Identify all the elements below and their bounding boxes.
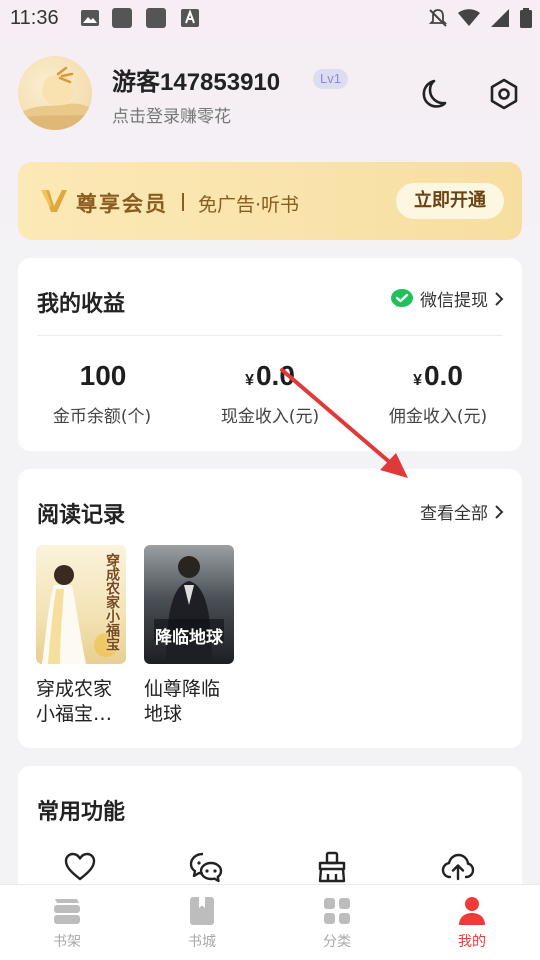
reading-history-title: 阅读记录 bbox=[37, 503, 126, 528]
book-cover[interactable]: 降临地球 bbox=[144, 545, 234, 664]
see-all-label: 查看全部 bbox=[420, 504, 488, 524]
tab-label: 我的 bbox=[458, 934, 486, 950]
tab-bookstore[interactable]: 书城 bbox=[162, 895, 242, 951]
stat-value: 100 bbox=[79, 360, 127, 391]
reading-history-card: 阅读记录 查看全部 穿成农家小福宝 穿成农家小福宝… 降临地球 仙尊降临地球 bbox=[18, 469, 522, 748]
battery-icon bbox=[520, 8, 532, 28]
tab-label: 书架 bbox=[53, 934, 81, 950]
book-cover-title: 降临地球 bbox=[155, 628, 223, 648]
stat-label: 金币余额(个) bbox=[52, 407, 152, 427]
coin-balance-stat[interactable]: 100 金币余额(个) bbox=[18, 358, 186, 427]
vip-logo-icon bbox=[41, 190, 67, 212]
bookshelf-icon bbox=[54, 899, 80, 924]
avatar[interactable] bbox=[18, 56, 92, 130]
see-all-link[interactable]: 查看全部 bbox=[420, 499, 504, 524]
app-notification-icon-2 bbox=[146, 8, 166, 28]
status-bar: 11:36 bbox=[0, 0, 540, 36]
signal-icon bbox=[491, 9, 509, 27]
chevron-right-icon bbox=[495, 504, 504, 519]
broom-icon[interactable] bbox=[315, 850, 349, 884]
status-time: 11:36 bbox=[10, 7, 59, 29]
profile-icon bbox=[459, 897, 485, 925]
book-title: 仙尊降临地球 bbox=[144, 678, 221, 725]
vip-title: 尊享会员 bbox=[76, 192, 168, 216]
chat-icon[interactable] bbox=[189, 850, 223, 884]
bottom-tab-bar: 书架 书城 分类 我的 bbox=[0, 884, 540, 960]
stat-value: ¥0.0 bbox=[413, 360, 463, 391]
status-icons bbox=[428, 8, 532, 28]
divider bbox=[37, 335, 503, 336]
common-functions-title: 常用功能 bbox=[37, 800, 126, 825]
heart-icon[interactable] bbox=[63, 850, 97, 884]
stat-value: ¥0.0 bbox=[245, 360, 295, 391]
vip-activate-button[interactable]: 立即开通 bbox=[396, 183, 504, 219]
username: 游客147853910 bbox=[112, 69, 281, 96]
tab-profile[interactable]: 我的 bbox=[432, 895, 512, 951]
image-notification-icon bbox=[81, 10, 99, 26]
cash-income-stat[interactable]: ¥0.0 现金收入(元) bbox=[186, 358, 354, 427]
category-icon bbox=[324, 898, 350, 924]
night-mode-icon[interactable] bbox=[414, 76, 450, 112]
settings-icon[interactable] bbox=[486, 76, 522, 112]
tab-bookshelf[interactable]: 书架 bbox=[27, 895, 107, 951]
wechat-icon bbox=[391, 288, 413, 307]
wechat-withdraw-label: 微信提现 bbox=[420, 291, 488, 311]
cloud-upload-icon[interactable] bbox=[441, 850, 475, 884]
avatar-illustration bbox=[18, 66, 92, 130]
book-cover-title: 穿成农家小福宝 bbox=[104, 553, 120, 651]
app-notification-icon bbox=[112, 8, 132, 28]
book-cover[interactable]: 穿成农家小福宝 bbox=[36, 545, 126, 664]
book-item[interactable]: 降临地球 仙尊降临地球 bbox=[144, 545, 236, 727]
font-notification-icon bbox=[181, 9, 199, 27]
wechat-withdraw-link[interactable]: 微信提现 bbox=[390, 286, 504, 311]
vip-divider bbox=[182, 193, 184, 211]
stat-label: 现金收入(元) bbox=[220, 407, 320, 427]
tab-category[interactable]: 分类 bbox=[297, 895, 377, 951]
earnings-card: 我的收益 微信提现 100 金币余额(个) ¥0.0 现金收入(元) ¥0.0 … bbox=[18, 258, 522, 451]
wifi-icon bbox=[458, 9, 480, 26]
stat-label: 佣金收入(元) bbox=[388, 407, 488, 427]
login-hint[interactable]: 点击登录赚零花 bbox=[112, 102, 231, 127]
earnings-title: 我的收益 bbox=[37, 292, 126, 317]
book-title: 穿成农家小福宝… bbox=[36, 678, 113, 725]
level-badge: Lv1 bbox=[313, 69, 348, 89]
profile-header[interactable]: 游客147853910 Lv1 点击登录赚零花 bbox=[18, 56, 522, 130]
vip-banner[interactable]: 尊享会员 免广告·听书 立即开通 bbox=[18, 162, 522, 240]
tab-label: 书城 bbox=[188, 934, 216, 950]
book-item[interactable]: 穿成农家小福宝 穿成农家小福宝… bbox=[36, 545, 128, 727]
bookstore-icon bbox=[190, 897, 214, 925]
tab-label: 分类 bbox=[323, 934, 351, 950]
chevron-right-icon bbox=[495, 291, 504, 306]
vip-subtitle: 免广告·听书 bbox=[198, 194, 300, 216]
commission-income-stat[interactable]: ¥0.0 佣金收入(元) bbox=[354, 358, 522, 427]
mute-icon bbox=[428, 9, 448, 27]
